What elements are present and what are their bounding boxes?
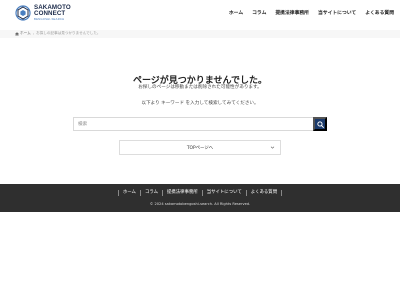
- search-input[interactable]: [73, 117, 313, 131]
- top-page-button[interactable]: TOPページへ: [119, 140, 281, 155]
- nav-item-partner-firms[interactable]: 提携法律事務所: [275, 9, 309, 16]
- top-page-label: TOPページへ: [186, 145, 214, 151]
- site-footer: ホーム コラム 提携法律事務所 当サイトについて よくある質問 © 2024 s…: [0, 184, 400, 212]
- footer-nav: ホーム コラム 提携法律事務所 当サイトについて よくある質問: [0, 190, 400, 196]
- breadcrumb-home[interactable]: ホーム: [20, 31, 31, 36]
- nav-item-faq[interactable]: よくある質問: [365, 9, 394, 16]
- footer-nav-faq[interactable]: よくある質問: [245, 190, 283, 196]
- chevron-down-icon: [270, 146, 275, 149]
- search-button[interactable]: [313, 117, 327, 131]
- footer-nav-home[interactable]: ホーム: [117, 190, 140, 196]
- nav-item-about[interactable]: 当サイトについて: [318, 9, 356, 16]
- site-header: SAKAMOTO CONNECT BENGOSHI-SEARCH ホーム コラム…: [0, 0, 400, 30]
- search-instruction: 以下より キーワード を入力して検索してみてください。: [141, 101, 259, 106]
- footer-nav-about[interactable]: 当サイトについて: [201, 190, 246, 196]
- global-nav: ホーム コラム 提携法律事務所 当サイトについて よくある質問: [220, 9, 394, 16]
- footer-nav-column[interactable]: コラム: [139, 190, 162, 196]
- breadcrumb: ホーム › お探しの記事は見つかりませんでした。: [15, 31, 101, 36]
- breadcrumb-current: お探しの記事は見つかりませんでした。: [36, 31, 101, 35]
- logo-tagline: BENGOSHI-SEARCH: [34, 17, 65, 22]
- nav-item-home[interactable]: ホーム: [229, 9, 243, 16]
- copyright: © 2024 sakamotobengoshi-search. All Righ…: [149, 202, 251, 206]
- footer-nav-partner-firms[interactable]: 提携法律事務所: [161, 190, 202, 196]
- search-icon: [316, 120, 324, 128]
- home-icon: [15, 31, 19, 36]
- breadcrumb-bar: ホーム › お探しの記事は見つかりませんでした。: [0, 30, 400, 38]
- breadcrumb-separator-icon: ›: [32, 31, 35, 36]
- site-logo[interactable]: SAKAMOTO CONNECT BENGOSHI-SEARCH: [15, 4, 71, 22]
- logo-text: SAKAMOTO CONNECT BENGOSHI-SEARCH: [34, 4, 71, 22]
- logo-mark-icon: [15, 5, 31, 21]
- nav-item-column[interactable]: コラム: [252, 9, 266, 16]
- not-found-description: お探しのページは移動または削除された可能性があります。: [138, 85, 262, 90]
- search-form: [73, 117, 327, 131]
